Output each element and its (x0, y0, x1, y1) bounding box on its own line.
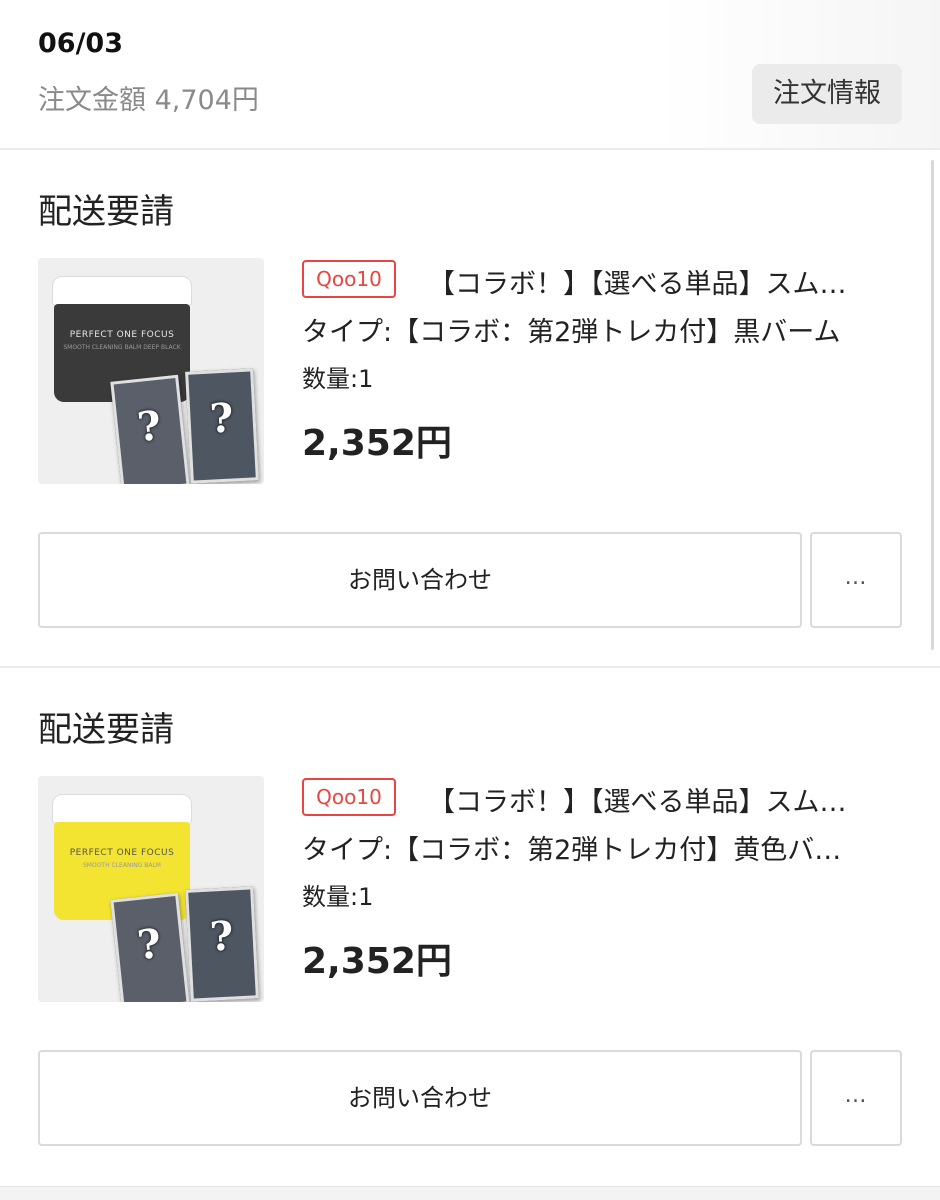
product-price: 2,352円 (302, 941, 452, 982)
question-mark-icon: ? (208, 394, 235, 443)
product-title-row: Qoo10 【コラボ！】【選べる単品】スム… (302, 258, 902, 302)
product-title-row: Qoo10 【コラボ！】【選べる単品】スム… (302, 776, 902, 820)
product-quantity: 数量:1 (302, 883, 374, 911)
question-mark-icon: ? (135, 401, 164, 452)
trading-card: ? (185, 886, 259, 1002)
product-quantity: 数量:1 (302, 365, 374, 393)
more-options-button[interactable]: … (810, 532, 902, 628)
jar-product-label: SMOOTH CLEANING BALM DEEP BLACK (63, 344, 181, 351)
product-option: タイプ:【コラボ：第2弾トレカ付】黄色バ… (302, 835, 842, 866)
product-title[interactable]: 【コラボ！】【選べる単品】スム… (428, 262, 888, 301)
shop-badge: Qoo10 (302, 778, 396, 816)
order-header: 06/03 注文金額 4,704円 注文情報 (0, 0, 940, 150)
next-section-edge (0, 1186, 940, 1200)
product-details: Qoo10 【コラボ！】【選べる単品】スム… タイプ:【コラボ：第2弾トレカ付】… (302, 258, 902, 466)
jar-brand-label: PERFECT ONE FOCUS (69, 330, 175, 340)
contact-button[interactable]: お問い合わせ (38, 1050, 802, 1146)
order-date: 06/03 (38, 28, 124, 59)
more-options-button[interactable]: … (810, 1050, 902, 1146)
product-price: 2,352円 (302, 423, 452, 464)
contact-button[interactable]: お問い合わせ (38, 532, 802, 628)
shop-badge: Qoo10 (302, 260, 396, 298)
product-details: Qoo10 【コラボ！】【選べる単品】スム… タイプ:【コラボ：第2弾トレカ付】… (302, 776, 902, 984)
order-info-button[interactable]: 注文情報 (752, 64, 902, 124)
product-option: タイプ:【コラボ：第2弾トレカ付】黒バーム (302, 317, 841, 348)
jar-lid (52, 794, 192, 824)
trading-card: ? (185, 368, 259, 484)
trading-card: ? (110, 892, 190, 1002)
product-title[interactable]: 【コラボ！】【選べる単品】スム… (428, 780, 888, 819)
trading-card: ? (110, 374, 190, 484)
shipment-status-title: 配送要請 (38, 710, 174, 750)
order-amount: 注文金額 4,704円 (38, 85, 259, 116)
shipment-card: 配送要請 PERFECT ONE FOCUS SMOOTH CLEANING B… (0, 668, 940, 1186)
product-image[interactable]: PERFECT ONE FOCUS SMOOTH CLEANING BALM D… (38, 258, 264, 484)
question-mark-icon: ? (208, 912, 235, 961)
jar-product-label: SMOOTH CLEANING BALM (83, 862, 161, 869)
shipment-status-title: 配送要請 (38, 192, 174, 232)
question-mark-icon: ? (135, 919, 164, 970)
shipment-card: 配送要請 PERFECT ONE FOCUS SMOOTH CLEANING B… (0, 150, 940, 668)
product-image[interactable]: PERFECT ONE FOCUS SMOOTH CLEANING BALM ?… (38, 776, 264, 1002)
jar-brand-label: PERFECT ONE FOCUS (69, 848, 175, 858)
jar-lid (52, 276, 192, 306)
